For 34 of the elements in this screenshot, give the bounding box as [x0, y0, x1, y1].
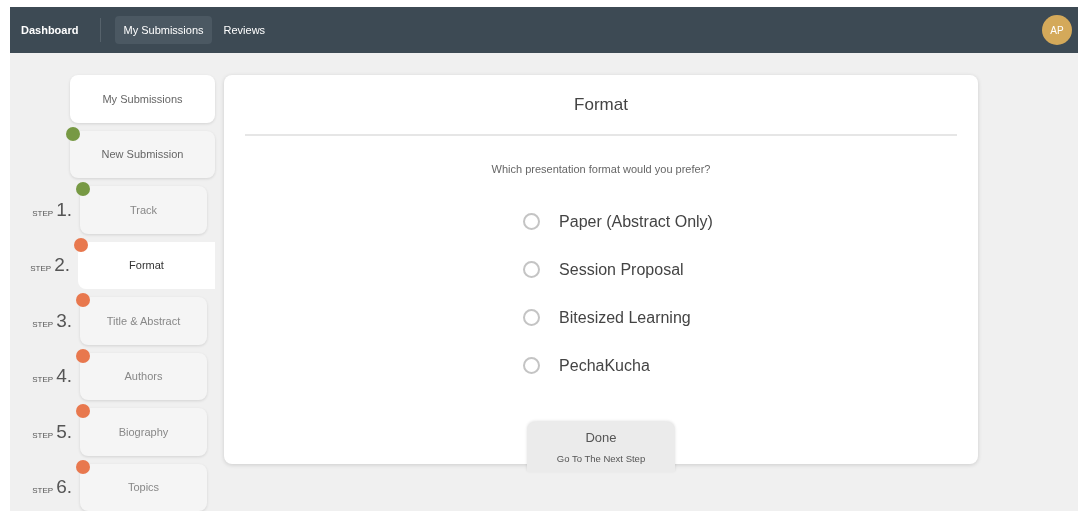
radio-button[interactable] — [523, 357, 541, 374]
radio-button[interactable] — [523, 261, 541, 278]
step-tab[interactable]: Title & Abstract — [80, 297, 207, 345]
step-label: STEP — [32, 207, 54, 220]
option-label: PechaKucha — [559, 355, 650, 376]
option-label: Session Proposal — [559, 259, 684, 280]
step-label: STEP — [32, 318, 54, 331]
done-button[interactable]: Done Go To The Next Step — [527, 422, 675, 472]
step-label: STEP — [30, 263, 52, 275]
step-label: STEP — [32, 485, 54, 497]
step-number: 1. — [56, 197, 72, 222]
step-tab[interactable]: Biography — [80, 408, 207, 456]
brand-link[interactable]: Dashboard — [21, 21, 79, 39]
radio-button[interactable] — [523, 309, 541, 326]
option-label: Paper (Abstract Only) — [559, 211, 713, 232]
step-label: STEP — [32, 374, 54, 386]
panel-title: Format — [245, 75, 957, 136]
step-number: 4. — [56, 364, 72, 388]
step-number: 3. — [56, 308, 72, 333]
nav-link[interactable]: My Submissions — [115, 15, 212, 45]
sidebar-item[interactable]: My Submissions — [70, 75, 215, 123]
option-label: Bitesized Learning — [559, 307, 691, 328]
step-number: 6. — [56, 475, 72, 499]
step-tab[interactable]: Authors — [80, 352, 207, 400]
nav-link[interactable]: Reviews — [215, 15, 274, 45]
step-tab[interactable]: Topics — [80, 463, 207, 511]
question-text: Which presentation format would you prefer? — [491, 162, 711, 177]
sidebar-item[interactable]: New Submission — [70, 130, 215, 178]
step-label: STEP — [32, 429, 54, 442]
step-tab[interactable]: Track — [80, 186, 207, 234]
step-tab[interactable]: Format — [78, 241, 215, 289]
step-number: 5. — [56, 419, 72, 444]
radio-button[interactable] — [523, 213, 541, 230]
step-number: 2. — [54, 253, 70, 277]
